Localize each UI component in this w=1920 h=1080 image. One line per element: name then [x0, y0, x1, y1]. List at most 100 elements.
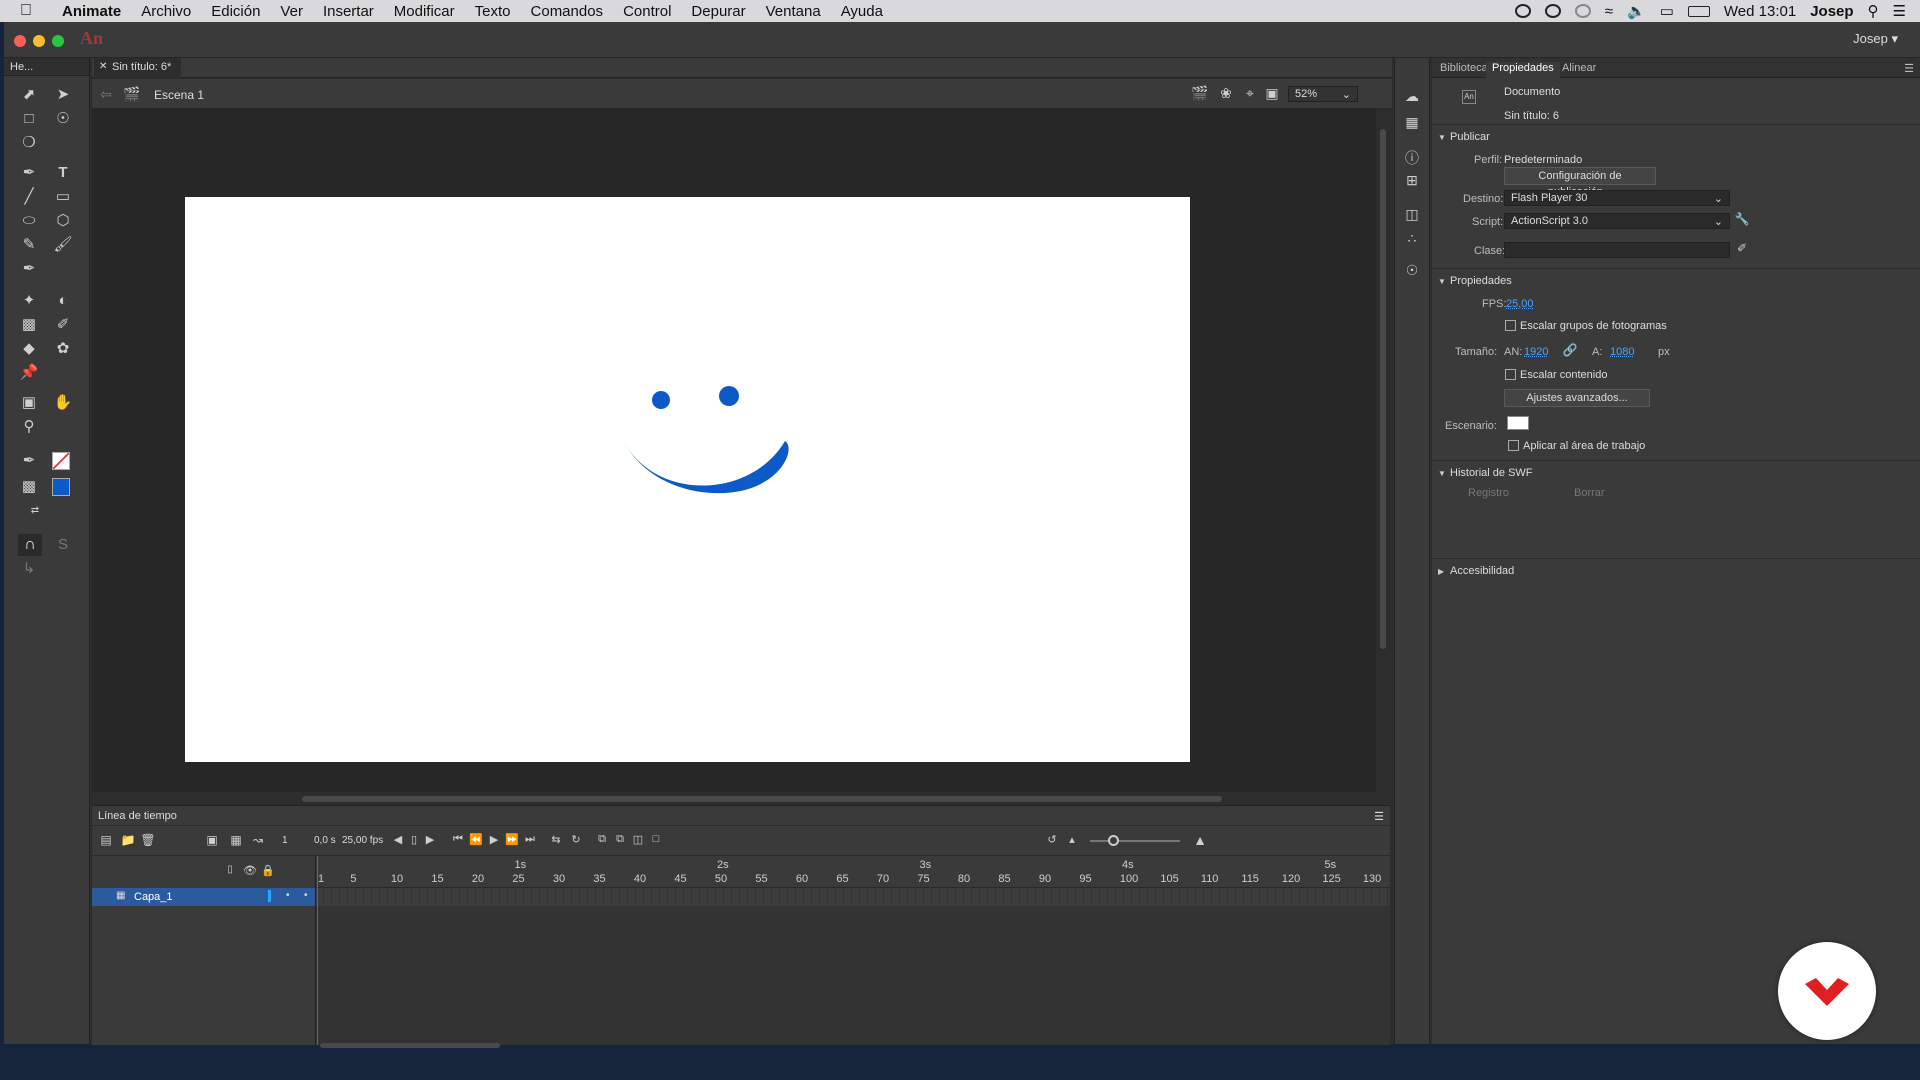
- new-folder-icon[interactable]: 📁: [118, 833, 138, 847]
- second-tick-3s[interactable]: 3s: [920, 859, 932, 871]
- smiley-drawing[interactable]: [185, 197, 1190, 762]
- notification-center-icon[interactable]: ☰: [1893, 2, 1906, 20]
- go-last-frame-icon[interactable]: ⏭: [520, 833, 540, 846]
- link-icon[interactable]: 🔗: [1560, 343, 1580, 357]
- fill-color-swatch[interactable]: [52, 478, 70, 496]
- frame-tick-75[interactable]: 75: [917, 873, 929, 885]
- frame-tick-35[interactable]: 35: [593, 873, 605, 885]
- frame-tick-115[interactable]: 115: [1241, 873, 1259, 885]
- center-stage-icon[interactable]: ⌖: [1240, 85, 1260, 102]
- current-time[interactable]: 0,0 s: [314, 835, 336, 846]
- brush-tool-icon[interactable]: 🖌: [52, 234, 74, 256]
- layer-visible-dot[interactable]: •: [286, 890, 290, 901]
- zoom-out-icon[interactable]: ▴: [1062, 833, 1082, 846]
- camera-icon[interactable]: ▣: [202, 833, 222, 847]
- free-transform-tool-icon[interactable]: □: [18, 108, 40, 130]
- layer-name[interactable]: Capa_1: [134, 891, 173, 903]
- layer-lock-dot[interactable]: •: [304, 890, 308, 901]
- swatches-icon[interactable]: ▦: [1402, 114, 1422, 131]
- creative-cloud-icon[interactable]: [1544, 4, 1561, 18]
- onion-outline-icon[interactable]: ⧉: [610, 833, 630, 846]
- clear-button[interactable]: Borrar: [1574, 487, 1605, 499]
- frame-tick-80[interactable]: 80: [958, 873, 970, 885]
- apple-icon[interactable]: : [0, 2, 52, 20]
- line-tool-icon[interactable]: ╱: [18, 186, 40, 208]
- frame-tick-15[interactable]: 15: [431, 873, 443, 885]
- second-tick-5s[interactable]: 5s: [1325, 859, 1337, 871]
- width-tool-icon[interactable]: ✿: [52, 338, 74, 360]
- frame-tick-30[interactable]: 30: [553, 873, 565, 885]
- document-tab[interactable]: ✕ Sin título: 6*: [94, 58, 182, 78]
- stroke-color-swatch[interactable]: [52, 452, 70, 470]
- zoom-tool-icon[interactable]: ⚲: [18, 416, 40, 438]
- menu-archivo[interactable]: Archivo: [131, 3, 201, 20]
- play-icon[interactable]: ▶: [484, 833, 504, 846]
- transform-icon[interactable]: ⊞: [1402, 172, 1422, 189]
- frame-tick-20[interactable]: 20: [472, 873, 484, 885]
- stage[interactable]: [185, 197, 1190, 762]
- modify-markers-icon[interactable]: □: [646, 833, 666, 845]
- swf-history-title[interactable]: Historial de SWF: [1450, 467, 1533, 479]
- frame-tick-85[interactable]: 85: [998, 873, 1010, 885]
- edit-scene-icon[interactable]: 🎬: [1190, 85, 1210, 102]
- user-menu[interactable]: Josep ▾: [1853, 31, 1898, 47]
- wrench-icon[interactable]: 🔧: [1732, 212, 1752, 226]
- properties-section-title[interactable]: Propiedades: [1450, 275, 1512, 287]
- menu-comandos[interactable]: Comandos: [521, 3, 614, 20]
- cc-libraries-icon[interactable]: ☉: [1402, 262, 1422, 279]
- frame-tick-55[interactable]: 55: [755, 873, 767, 885]
- advanced-settings-button[interactable]: Ajustes avanzados...: [1504, 389, 1650, 407]
- paint-brush-tool-icon[interactable]: ✒: [18, 258, 40, 280]
- 3d-rotation-tool-icon[interactable]: ☉: [52, 108, 74, 130]
- tools-header[interactable]: He...: [4, 58, 89, 76]
- accessibility-title[interactable]: Accesibilidad: [1450, 565, 1514, 577]
- clip-content-icon[interactable]: ▣: [1262, 85, 1282, 102]
- frame-tick-95[interactable]: 95: [1079, 873, 1091, 885]
- scale-spans-checkbox[interactable]: [1505, 320, 1516, 331]
- frame-tick-60[interactable]: 60: [796, 873, 808, 885]
- timeline-scroll-thumb[interactable]: [320, 1043, 500, 1048]
- menu-control[interactable]: Control: [613, 3, 681, 20]
- layer-row[interactable]: ▦ Capa_1 • •: [92, 888, 315, 906]
- frames-panel[interactable]: 1 5 10 15 20 25 30 35 40 45 50 55 60 65 70 75 80 85 90 95 10…: [316, 856, 1390, 1048]
- assets-icon[interactable]: ☁: [1402, 88, 1422, 105]
- edit-class-icon[interactable]: ✐: [1732, 241, 1752, 255]
- record-icon[interactable]: [1514, 4, 1531, 18]
- battery-icon[interactable]: [1687, 5, 1710, 17]
- straighten-icon[interactable]: ↳: [18, 558, 40, 580]
- second-tick-4s[interactable]: 4s: [1122, 859, 1134, 871]
- wifi-icon[interactable]: ≈: [1605, 3, 1613, 20]
- apply-pasteboard-checkbox[interactable]: [1508, 440, 1519, 451]
- layer-depth-icon[interactable]: ▦: [226, 833, 246, 847]
- edit-multiple-frames-icon[interactable]: ◫: [628, 833, 648, 846]
- frame-ruler[interactable]: 1 5 10 15 20 25 30 35 40 45 50 55 60 65 70 75 80 85 90 95 10…: [316, 856, 1390, 888]
- lock-header-icon[interactable]: 🔒: [258, 864, 278, 877]
- playhead[interactable]: [317, 856, 318, 1045]
- frame-tick-100[interactable]: 100: [1120, 873, 1138, 885]
- width-value[interactable]: 1920: [1524, 346, 1548, 358]
- menu-edicion[interactable]: Edición: [201, 3, 270, 20]
- scale-content-checkbox[interactable]: [1505, 369, 1516, 380]
- frame-tick-65[interactable]: 65: [836, 873, 848, 885]
- frame-tick-10[interactable]: 10: [391, 873, 403, 885]
- ink-bottle-tool-icon[interactable]: ▩: [18, 314, 40, 336]
- publish-section-title[interactable]: Publicar: [1450, 131, 1490, 143]
- collapse-triangle-icon[interactable]: ▼: [1438, 277, 1446, 286]
- log-button[interactable]: Registro: [1468, 487, 1509, 499]
- new-layer-icon[interactable]: ▤: [96, 833, 116, 847]
- back-icon[interactable]: ⇦: [96, 86, 116, 103]
- info-icon[interactable]: ⓘ: [1402, 148, 1422, 168]
- stage-color-swatch[interactable]: [1507, 416, 1529, 430]
- vertical-scroll-thumb[interactable]: [1380, 129, 1386, 649]
- frame-tick-110[interactable]: 110: [1201, 873, 1219, 885]
- menu-insertar[interactable]: Insertar: [313, 3, 384, 20]
- selection-tool-icon[interactable]: ⬈: [18, 84, 40, 106]
- next-keyframe-icon[interactable]: ▶: [420, 833, 440, 846]
- delete-layer-icon[interactable]: 🗑: [138, 833, 158, 847]
- center-frame-icon[interactable]: ⇆: [546, 833, 566, 846]
- scene-name[interactable]: Escena 1: [154, 88, 204, 102]
- step-forward-icon[interactable]: ⏩: [502, 833, 522, 846]
- frame-tick-1[interactable]: 1: [318, 873, 324, 885]
- eyedropper-tool-icon[interactable]: ✐: [52, 314, 74, 336]
- hand-tool-icon[interactable]: ✋: [52, 392, 74, 414]
